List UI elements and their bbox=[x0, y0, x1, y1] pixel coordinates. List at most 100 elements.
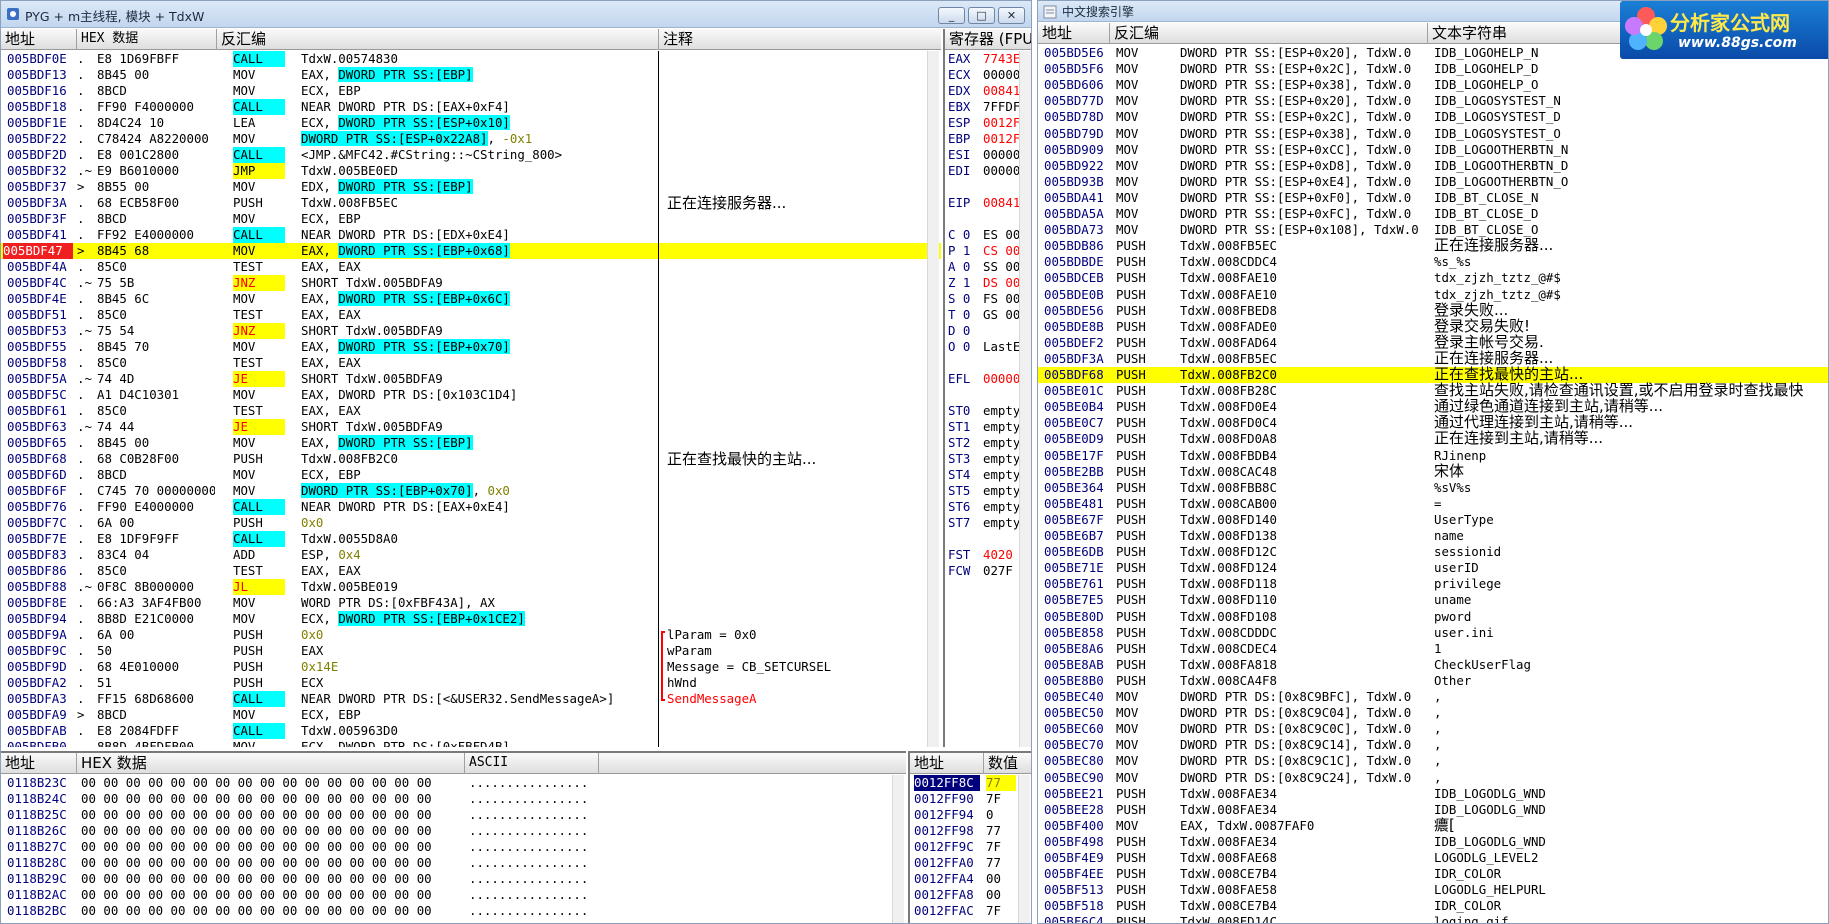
disasm-row[interactable]: 005BDF61. 85C0 TEST EAX, EAX bbox=[1, 403, 941, 419]
string-row[interactable]: 005BE71E PUSH TdxW.008FD124 userID bbox=[1038, 560, 1828, 576]
string-row[interactable]: 005BDBDE PUSH TdxW.008CDDC4 %s_%s bbox=[1038, 254, 1828, 270]
stack-row[interactable]: 0012FF8C 77 bbox=[910, 775, 1031, 791]
string-row[interactable]: 005BDB86 PUSH TdxW.008FB5EC 正在连接服务器... bbox=[1038, 236, 1828, 254]
string-row[interactable]: 005BE8B0 PUSH TdxW.008CA4F8 Other bbox=[1038, 673, 1828, 689]
string-row[interactable]: 005BE8A6 PUSH TdxW.008CDEC4 1 bbox=[1038, 641, 1828, 657]
string-row[interactable]: 005BEC40 MOV DWORD PTR DS:[0x8C9BFC], TdxW… bbox=[1038, 689, 1828, 705]
string-row[interactable]: 005BE6B7 PUSH TdxW.008FD138 name bbox=[1038, 528, 1828, 544]
stack-row[interactable]: 0012FF94 0 bbox=[910, 807, 1031, 823]
string-row[interactable]: 005BD909 MOV DWORD PTR SS:[ESP+0xCC], TdxW… bbox=[1038, 142, 1828, 158]
disasm-row[interactable]: 005BDF53 .~ 75 54 JNZ SHORT TdxW.005BDFA9 bbox=[1, 323, 941, 339]
col-comment[interactable]: 注释 bbox=[659, 29, 939, 50]
col-hex[interactable]: HEX 数据 bbox=[77, 29, 217, 50]
disasm-row[interactable]: 005BDF41. FF92 E4000000 CALL NEAR DWORD PTR… bbox=[1, 227, 941, 243]
cpu-window-titlebar[interactable]: PYG + m主线程, 模块 + TdxW _ □ ✕ bbox=[1, 1, 1031, 28]
string-row[interactable]: 005BE67F PUSH TdxW.008FD140 UserType bbox=[1038, 512, 1828, 528]
string-row[interactable]: 005BD77D MOV DWORD PTR SS:[ESP+0x20], TdxW… bbox=[1038, 93, 1828, 109]
dump-row[interactable]: 0118B2BC 00 00 00 00 00 00 00 00 00 00 00… bbox=[1, 903, 906, 919]
string-row[interactable]: 005BEC70 MOV DWORD PTR DS:[0x8C9C14], TdxW… bbox=[1038, 737, 1828, 753]
disasm-row[interactable]: 005BDF94. 8B8D E21C0000 MOV ECX, DWORD PTR … bbox=[1, 611, 941, 627]
string-row[interactable]: 005BE364 PUSH TdxW.008FBB8C %sV%s bbox=[1038, 480, 1828, 496]
dump-row[interactable]: 0118B29C 00 00 00 00 00 00 00 00 00 00 00… bbox=[1, 871, 906, 887]
string-row[interactable]: 005BD79D MOV DWORD PTR SS:[ESP+0x38], TdxW… bbox=[1038, 126, 1828, 142]
disasm-row[interactable]: 005BDF32 .~ E9 B6010000 JMP TdxW.005BE0ED bbox=[1, 163, 941, 179]
string-row[interactable]: 005BF4EE PUSH TdxW.008CE7B4 IDR_COLOR bbox=[1038, 866, 1828, 882]
disasm-row[interactable]: 005BDF55. 8B45 70 MOV EAX, DWORD PTR SS:[EB… bbox=[1, 339, 941, 355]
disasm-row[interactable]: 005BDF3A. 68 ECB58F00 PUSH TdxW.008FB5EC 正在连… bbox=[1, 194, 941, 212]
disasm-row[interactable]: 005BDF0E. E8 1D69FBFF CALL TdxW.00574830 bbox=[1, 51, 941, 67]
stack-row[interactable]: 0012FFA0 77 bbox=[910, 855, 1031, 871]
disasm-row[interactable]: 005BDF3F. 8BCD MOV ECX, EBP bbox=[1, 211, 941, 227]
disasm-row[interactable]: 005BDF13. 8B45 00 MOV EAX, DWORD PTR SS:[EB… bbox=[1, 67, 941, 83]
maximize-button[interactable]: □ bbox=[968, 7, 995, 24]
dump-col-ascii[interactable]: ASCII bbox=[465, 753, 599, 774]
stack-row[interactable]: 0012FF90 7F bbox=[910, 791, 1031, 807]
disasm-row[interactable]: 005BDFAB. E8 2084FDFF CALL TdxW.005963D0 bbox=[1, 723, 941, 739]
registers-scrollbar[interactable] bbox=[1019, 51, 1031, 747]
dump-row[interactable]: 0118B2AC 00 00 00 00 00 00 00 00 00 00 00… bbox=[1, 887, 906, 903]
string-row[interactable]: 005BD93B MOV DWORD PTR SS:[ESP+0xE4], TdxW… bbox=[1038, 174, 1828, 190]
string-row[interactable]: 005BF400 MOV EAX, TdxW.0087FAF0 癑[ bbox=[1038, 816, 1828, 834]
close-button[interactable]: ✕ bbox=[998, 7, 1025, 24]
stack-scrollbar[interactable] bbox=[1018, 775, 1030, 923]
disasm-row[interactable]: 005BDF8E. 66:A3 3AF4FB00 MOV WORD PTR DS:[0… bbox=[1, 595, 941, 611]
string-row[interactable]: 005BE2BB PUSH TdxW.008CAC48 宋体 bbox=[1038, 462, 1828, 480]
disasm-row[interactable]: 005BDF83. 83C4 04 ADD ESP, 0x4 bbox=[1, 547, 941, 563]
dump-row[interactable]: 0118B26C 00 00 00 00 00 00 00 00 00 00 00… bbox=[1, 823, 906, 839]
dump-col-hex[interactable]: HEX 数据 bbox=[77, 753, 465, 774]
string-row[interactable]: 005BE0D9 PUSH TdxW.008FD0A8 正在连接到主站,请稍等... bbox=[1038, 429, 1828, 447]
memory-dump-pane[interactable]: 地址 HEX 数据 ASCII 0118B23C 00 00 00 00 00 0… bbox=[1, 751, 906, 923]
string-row[interactable]: 005BD78D MOV DWORD PTR SS:[ESP+0x2C], TdxW… bbox=[1038, 109, 1828, 125]
string-row[interactable]: 005BD922 MOV DWORD PTR SS:[ESP+0xD8], TdxW… bbox=[1038, 158, 1828, 174]
string-row[interactable]: 005BE6DB PUSH TdxW.008FD12C sessionid bbox=[1038, 544, 1828, 560]
stack-pane[interactable]: 地址 数值 0012FF8C 77 0012FF90 7F 0012FF94 0 0012F… bbox=[908, 751, 1031, 923]
string-row[interactable]: 005BF513 PUSH TdxW.008FAE58 LOGODLG_HELPURL bbox=[1038, 882, 1828, 898]
string-row[interactable]: 005BE7E5 PUSH TdxW.008FD110 uname bbox=[1038, 592, 1828, 608]
disasm-row[interactable]: 005BDF51. 85C0 TEST EAX, EAX bbox=[1, 307, 941, 323]
string-list-pane[interactable]: 地址 反汇编 文本字符串 005BD5E6 MOV DWORD PTR SS:[ES… bbox=[1038, 23, 1828, 923]
disassembly-scrollbar[interactable] bbox=[927, 51, 939, 747]
string-row[interactable]: 005BF4E9 PUSH TdxW.008FAE68 LOGODLG_LEVEL2 bbox=[1038, 850, 1828, 866]
disasm-row[interactable]: 005BDF63 .~ 74 44 JE SHORT TdxW.005BDFA9 bbox=[1, 419, 941, 435]
disasm-row[interactable]: 005BDF76. FF90 E4000000 CALL NEAR DWORD PTR… bbox=[1, 499, 941, 515]
string-row[interactable]: 005BEC50 MOV DWORD PTR DS:[0x8C9C04], TdxW… bbox=[1038, 705, 1828, 721]
disasm-row[interactable]: 005BDF9D. 68 4E010000 PUSH 0x14E Message = C… bbox=[1, 659, 941, 675]
string-row[interactable]: 005BF6C4 PUSH TdxW.008FD14C loging.gif bbox=[1038, 914, 1828, 923]
dump-col-address[interactable]: 地址 bbox=[1, 753, 77, 774]
dump-row[interactable]: 0118B28C 00 00 00 00 00 00 00 00 00 00 00… bbox=[1, 855, 906, 871]
dump-row[interactable]: 0118B23C 00 00 00 00 00 00 00 00 00 00 00… bbox=[1, 775, 906, 791]
disasm-row[interactable]: 005BDF7E. E8 1DF9F9FF CALL TdxW.0055D8A0 bbox=[1, 531, 941, 547]
string-row[interactable]: 005BEC90 MOV DWORD PTR DS:[0x8C9C24], TdxW… bbox=[1038, 770, 1828, 786]
string-row[interactable]: 005BEC80 MOV DWORD PTR DS:[0x8C9C1C], TdxW… bbox=[1038, 753, 1828, 769]
string-row[interactable]: 005BEC60 MOV DWORD PTR DS:[0x8C9C0C], TdxW… bbox=[1038, 721, 1828, 737]
disasm-row[interactable]: 005BDF1E. 8D4C24 10 LEA ECX, DWORD PTR SS:[… bbox=[1, 115, 941, 131]
string-row[interactable]: 005BE858 PUSH TdxW.008CDDDC user.ini bbox=[1038, 625, 1828, 641]
stack-row[interactable]: 0012FFA8 00 bbox=[910, 887, 1031, 903]
dump-row[interactable]: 0118B25C 00 00 00 00 00 00 00 00 00 00 00… bbox=[1, 807, 906, 823]
string-col-address[interactable]: 地址 bbox=[1038, 23, 1110, 44]
disasm-row[interactable]: 005BDF88 .~ 0F8C 8B000000 JL TdxW.005BE019 bbox=[1, 579, 941, 595]
disassembly-pane[interactable]: 地址 HEX 数据 反汇编 注释 005BDF0E. E8 1D69FBFF CAL… bbox=[1, 29, 941, 747]
disasm-row[interactable]: 005BDFB0. 8B8D 4BFDFB00 MOV ECX, DWORD PTR … bbox=[1, 739, 941, 747]
string-row[interactable]: 005BD606 MOV DWORD PTR SS:[ESP+0x38], TdxW… bbox=[1038, 77, 1828, 93]
disasm-row[interactable]: 005BDF16. 8BCD MOV ECX, EBP bbox=[1, 83, 941, 99]
disasm-row[interactable]: 005BDF22. C78424 A8220000 MOV DWORD PTR SS:… bbox=[1, 131, 941, 147]
disasm-row[interactable]: 005BDF2D. E8 001C2800 CALL <JMP.&MFC42.#CSt… bbox=[1, 147, 941, 163]
stack-col-address[interactable]: 地址 bbox=[910, 753, 984, 774]
registers-pane[interactable]: 寄存器 (FPU) EAX 7743EF ECX 000000 EDX 008412 EBX… bbox=[943, 29, 1031, 747]
disasm-row[interactable]: 005BDF4E. 8B45 6C MOV EAX, DWORD PTR SS:[EB… bbox=[1, 291, 941, 307]
disasm-row[interactable]: 005BDF86. 85C0 TEST EAX, EAX bbox=[1, 563, 941, 579]
string-row[interactable]: 005BE481 PUSH TdxW.008CAB00 = bbox=[1038, 496, 1828, 512]
col-disasm[interactable]: 反汇编 bbox=[217, 29, 659, 50]
string-col-disasm[interactable]: 反汇编 bbox=[1110, 23, 1428, 44]
stack-row[interactable]: 0012FFA4 00 bbox=[910, 871, 1031, 887]
disasm-row[interactable]: 005BDFA9 >8BCD MOV ECX, EBP bbox=[1, 707, 941, 723]
stack-row[interactable]: 0012FF9C 7F bbox=[910, 839, 1031, 855]
disasm-row[interactable]: 005BDF9C. 50 PUSH EAX wParam bbox=[1, 643, 941, 659]
stack-row[interactable]: 0012FFAC 7F bbox=[910, 903, 1031, 919]
disasm-row[interactable]: 005BDFA3. FF15 68D68600 CALL NEAR DWORD PTR… bbox=[1, 691, 941, 707]
col-address[interactable]: 地址 bbox=[1, 29, 77, 50]
string-row[interactable]: 005BD5F6 MOV DWORD PTR SS:[ESP+0x2C], TdxW… bbox=[1038, 61, 1828, 77]
stack-row[interactable]: 0012FF98 77 bbox=[910, 823, 1031, 839]
disasm-row[interactable]: 005BDFA2. 51 PUSH ECX hWnd bbox=[1, 675, 941, 691]
